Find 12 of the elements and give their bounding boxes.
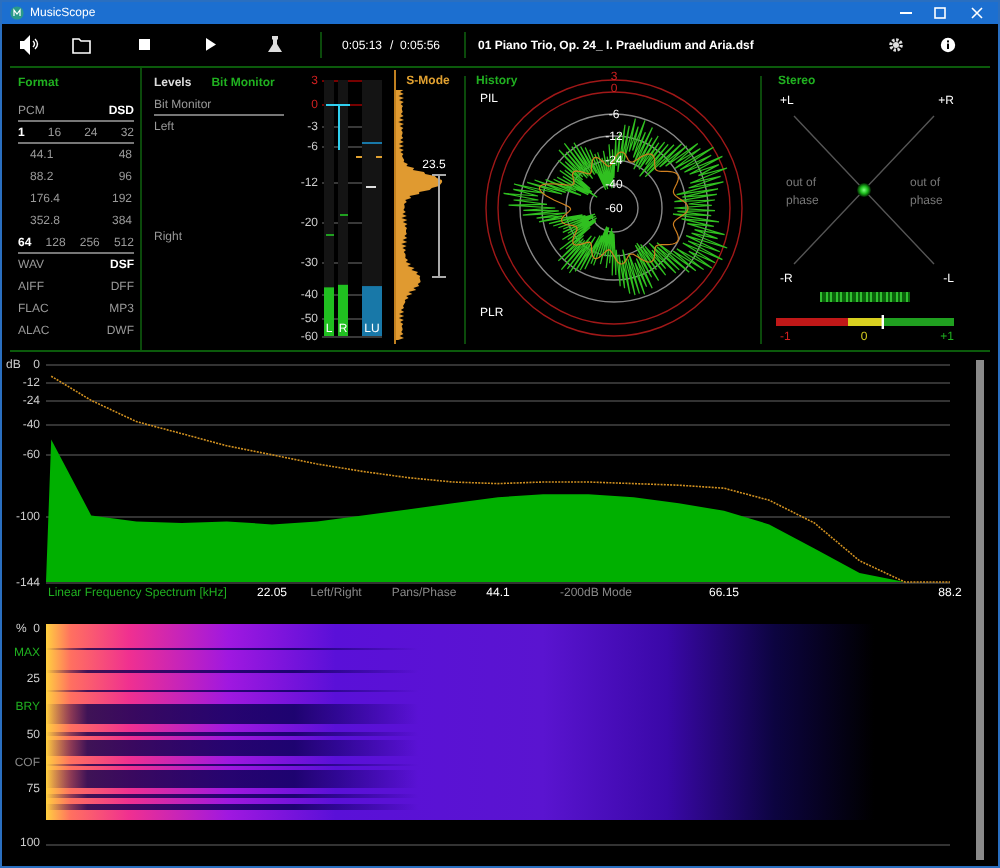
play-icon[interactable] [206, 38, 216, 51]
flask-icon[interactable] [268, 36, 282, 52]
phase-dot [857, 183, 871, 197]
speaker-icon[interactable] [20, 35, 39, 55]
settings-icon[interactable] [889, 38, 903, 52]
info-icon[interactable] [940, 37, 956, 53]
range-bracket [431, 173, 447, 279]
scrollbar[interactable] [976, 360, 984, 860]
phase-noise-drawing [820, 292, 910, 302]
folder-icon[interactable] [72, 38, 91, 54]
peak-marks [325, 103, 383, 236]
app-icon [10, 6, 24, 20]
